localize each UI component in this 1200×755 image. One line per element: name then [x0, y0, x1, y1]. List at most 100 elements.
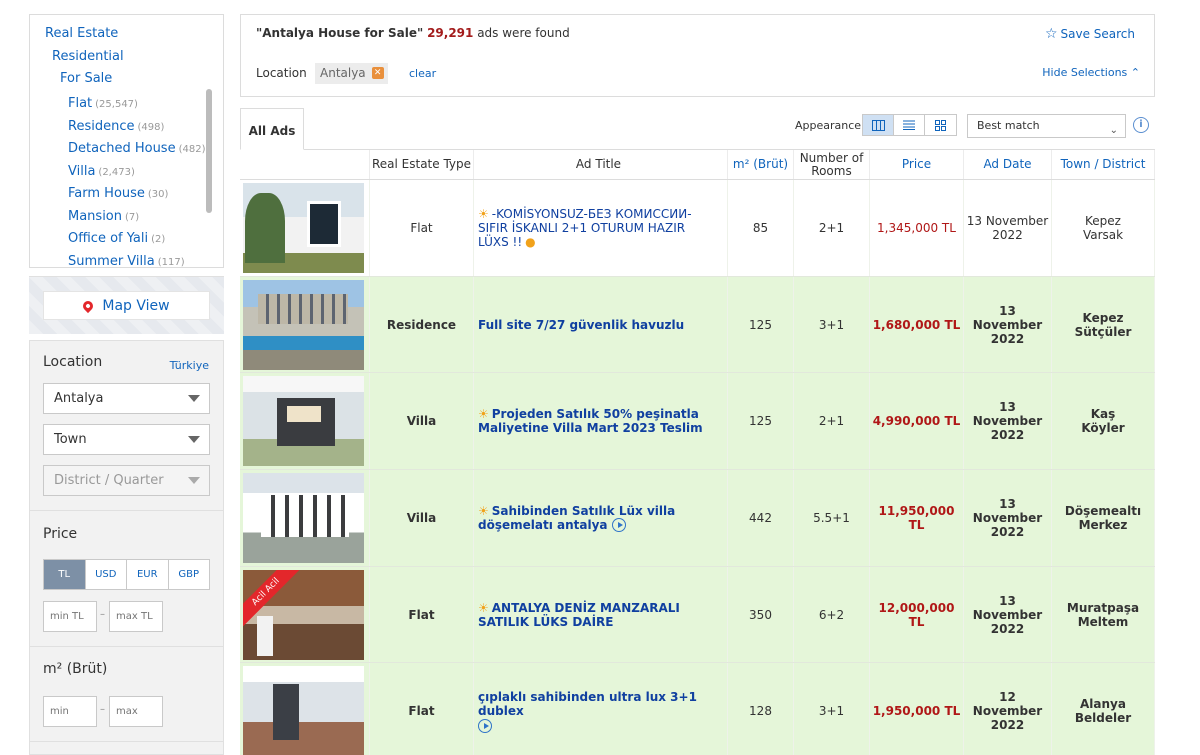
save-search-button[interactable]: ☆ Save Search: [1045, 26, 1135, 42]
listing-title-link[interactable]: ☀ ANTALYA DENİZ MANZARALI SATILIK LÜKS DA…: [478, 601, 719, 629]
cell-m2: 85: [728, 180, 794, 276]
header-image: [240, 150, 370, 179]
result-count: 29,291: [427, 26, 474, 40]
category-label: Detached House: [68, 141, 176, 156]
category-item-summer-villa[interactable]: Summer Villa (117): [68, 251, 218, 268]
cell-town: Döşemealtı Merkez: [1052, 470, 1155, 566]
category-count: (7): [125, 211, 140, 223]
sort-select[interactable]: Best match ⌄: [967, 114, 1126, 138]
listing-thumbnail[interactable]: [243, 279, 364, 370]
hide-selections-button[interactable]: Hide Selections ⌃: [1042, 66, 1140, 79]
cell-type: Villa: [370, 373, 474, 470]
category-count: (2): [151, 234, 166, 245]
header-price[interactable]: Price: [870, 150, 964, 179]
category-for-sale[interactable]: For Sale: [60, 71, 112, 86]
chevron-down-icon: ⌄: [1109, 125, 1118, 136]
cell-type: Flat: [370, 663, 474, 755]
town-select[interactable]: Town: [43, 424, 210, 455]
category-residential[interactable]: Residential: [52, 49, 124, 64]
country-link[interactable]: Türkiye: [170, 359, 209, 372]
info-icon[interactable]: i: [1133, 117, 1149, 133]
category-item-office-of-yali[interactable]: Office of Yali (2): [68, 228, 218, 251]
header-m2[interactable]: m² (Brüt): [728, 150, 794, 179]
save-search-label: Save Search: [1060, 27, 1136, 41]
table-row[interactable]: Villa ☀ Sahibinden Satılık Lüx villa döşe…: [240, 470, 1155, 567]
listing-thumbnail[interactable]: [243, 666, 364, 755]
category-item-detached-house[interactable]: Detached House (482): [68, 138, 218, 161]
caret-down-icon: [188, 436, 200, 443]
listing-thumbnail[interactable]: [243, 472, 364, 563]
category-real-estate[interactable]: Real Estate: [45, 26, 118, 41]
table-row[interactable]: Flat çıplaklı sahibinden ultra lux 3+1 d…: [240, 663, 1155, 755]
header-title[interactable]: Ad Title: [474, 150, 728, 179]
header-rooms[interactable]: Number of Rooms: [794, 150, 870, 179]
table-row[interactable]: Acil Acil Flat ☀ ANTALYA DENİZ MANZARALI …: [240, 566, 1155, 664]
m2-min-input[interactable]: [43, 696, 97, 727]
cell-price: 12,000,000 TL: [870, 566, 964, 663]
category-item-flat[interactable]: Flat (25,547): [68, 93, 218, 116]
table-view-icon[interactable]: [863, 115, 894, 135]
cell-town: Kaş Köyler: [1052, 373, 1155, 470]
price-min-input[interactable]: [43, 601, 97, 632]
category-count: (498): [137, 121, 165, 133]
m2-max-input[interactable]: [109, 696, 163, 727]
cell-rooms: 6+2: [794, 566, 870, 663]
search-query: "Antalya House for Sale": [256, 26, 424, 40]
cell-date: 12 November 2022: [964, 663, 1052, 755]
category-item-mansion[interactable]: Mansion (7): [68, 206, 218, 229]
currency-tl-button[interactable]: TL: [44, 560, 86, 589]
town-name: Döşemealtı: [1064, 503, 1142, 518]
city-select[interactable]: Antalya: [43, 383, 210, 414]
header-type[interactable]: Real Estate Type: [370, 150, 474, 179]
listing-thumbnail[interactable]: [243, 182, 364, 273]
category-count: (30): [147, 189, 169, 200]
tab-all-ads[interactable]: All Ads: [240, 108, 304, 150]
grid-view-icon[interactable]: [925, 115, 956, 135]
cell-date: 13 November 2022: [964, 180, 1052, 276]
sort-select-value: Best match: [977, 119, 1040, 132]
listing-title-link[interactable]: ☀ -KOMİSYONSUZ-БЕЗ КОМИССИИ-SIFIR İSKANLI…: [478, 207, 719, 249]
cell-town: Kepez Varsak: [1052, 180, 1155, 276]
clear-link[interactable]: clear: [409, 67, 436, 80]
table-row[interactable]: Residence Full site 7/27 güvenlik havuzl…: [240, 276, 1155, 374]
currency-gbp-button[interactable]: GBP: [168, 560, 209, 589]
listing-thumbnail-cell: [240, 373, 370, 470]
sun-icon: ☀: [478, 600, 489, 615]
listing-title-link[interactable]: ☀ Projeden Satılık 50% peşinatla Maliyeti…: [478, 407, 719, 435]
cell-rooms: 2+1: [794, 373, 870, 470]
cell-title: Full site 7/27 güvenlik havuzlu: [474, 276, 728, 373]
header-date[interactable]: Ad Date: [964, 150, 1052, 179]
category-item-villa[interactable]: Villa (2,473): [68, 161, 218, 184]
district-name: Beldeler: [1074, 711, 1132, 726]
cell-rooms: 5.5+1: [794, 470, 870, 566]
listing-title-link[interactable]: ☀ Sahibinden Satılık Lüx villa döşemelatı…: [478, 504, 719, 533]
search-summary: "Antalya House for Sale" 29,291 ads were…: [240, 14, 1155, 97]
remove-chip-icon[interactable]: ✕: [371, 67, 384, 79]
listing-title-link[interactable]: çıplaklı sahibinden ultra lux 3+1 dublex: [478, 690, 719, 733]
header-town[interactable]: Town / District: [1052, 150, 1155, 179]
location-chip: Antalya ✕: [315, 63, 388, 84]
listing-thumbnail[interactable]: Acil Acil: [243, 569, 364, 660]
category-count: (117): [157, 256, 185, 268]
listing-thumbnail-cell: [240, 470, 370, 566]
currency-eur-button[interactable]: EUR: [127, 560, 169, 589]
video-play-icon: [478, 718, 492, 733]
listing-title-link[interactable]: Full site 7/27 güvenlik havuzlu: [478, 318, 684, 332]
cell-m2: 125: [728, 373, 794, 470]
listing-thumbnail[interactable]: [243, 376, 364, 467]
cell-type: Villa: [370, 470, 474, 566]
cell-type: Flat: [370, 566, 474, 663]
district-select[interactable]: District / Quarter: [43, 465, 210, 496]
cell-town: Alanya Beldeler: [1052, 663, 1155, 755]
table-row[interactable]: Flat ☀ -KOMİSYONSUZ-БЕЗ КОМИССИИ-SIFIR İS…: [240, 180, 1155, 277]
category-panel: Real Estate Residential For Sale Flat (25…: [29, 14, 224, 268]
list-view-icon[interactable]: [894, 115, 925, 135]
table-row[interactable]: Villa ☀ Projeden Satılık 50% peşinatla Ma…: [240, 373, 1155, 471]
currency-usd-button[interactable]: USD: [85, 560, 127, 589]
location-chip-label: Antalya: [320, 66, 366, 80]
category-item-farm-house[interactable]: Farm House (30): [68, 183, 218, 206]
category-scrollbar[interactable]: [206, 89, 212, 213]
category-item-residence[interactable]: Residence (498): [68, 116, 218, 139]
map-view-button[interactable]: Map View: [43, 291, 210, 320]
price-max-input[interactable]: [109, 601, 163, 632]
